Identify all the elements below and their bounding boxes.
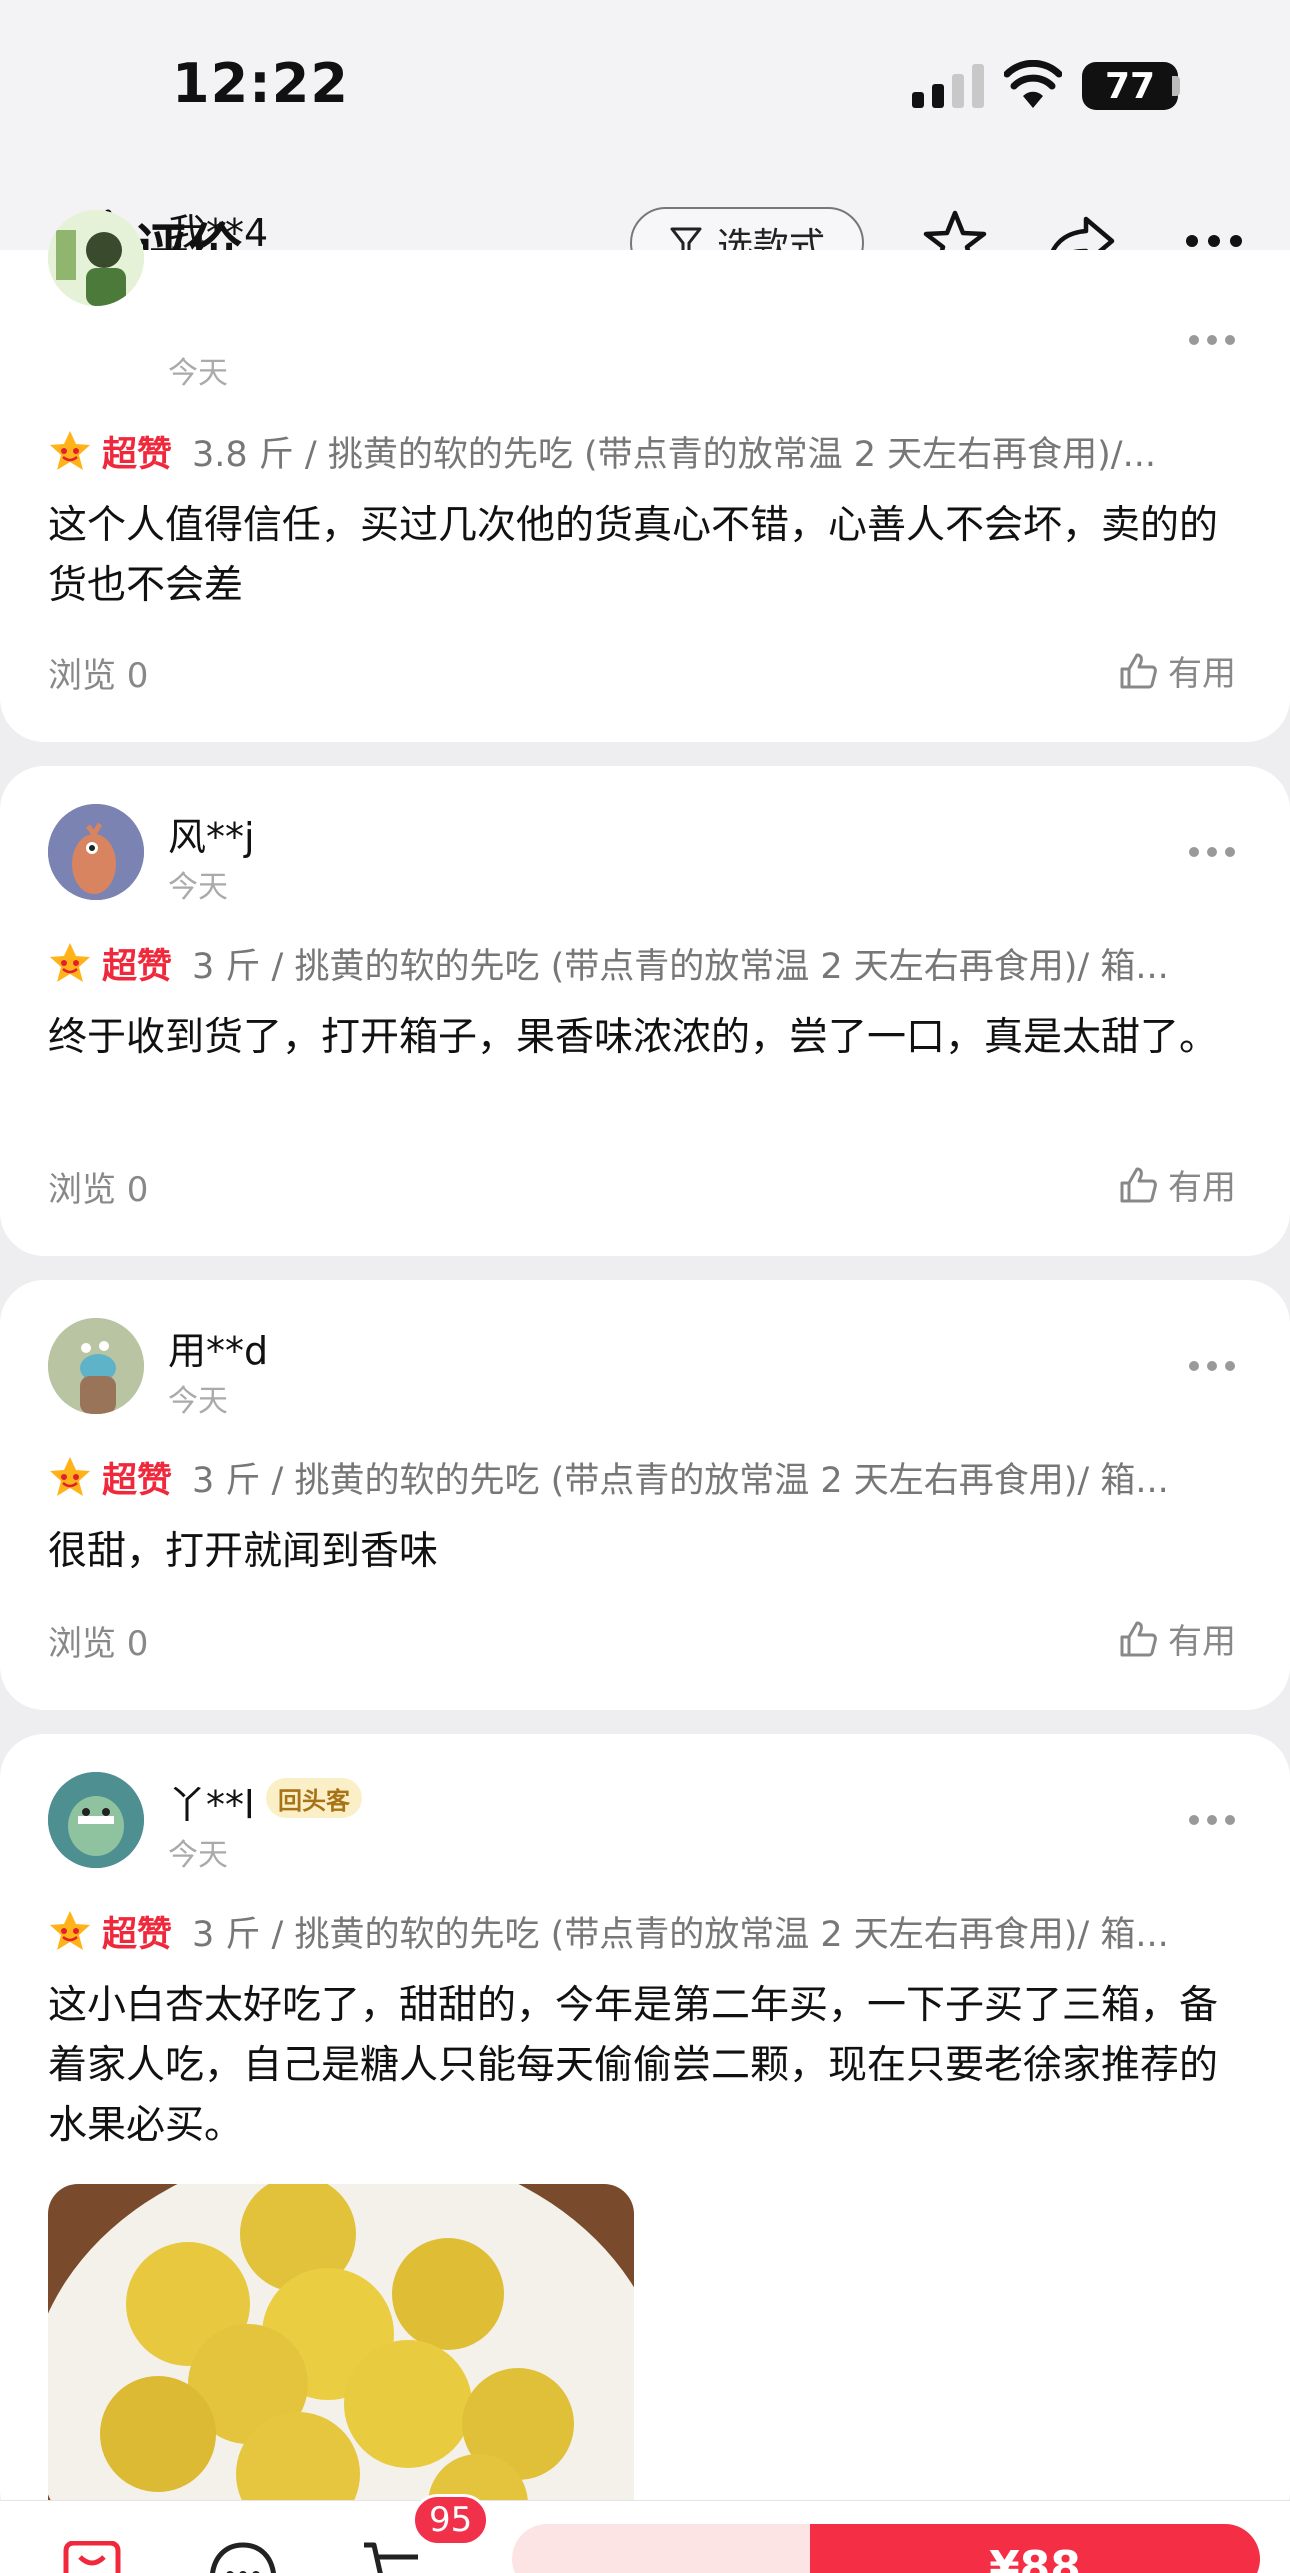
rating-row: 超赞 3 斤 / 挑黄的软的先吃 (带点青的放常温 2 天左右再食用)/ 箱..…: [48, 1906, 1242, 1956]
review-username: 我**4: [168, 211, 269, 255]
more-options-icon[interactable]: [1184, 233, 1244, 249]
useful-label: 有用: [1168, 654, 1236, 694]
wifi-icon: [1004, 60, 1062, 108]
star-face-icon: [50, 1911, 90, 1950]
review-photo[interactable]: [48, 2184, 634, 2524]
view-count: 浏览 0: [48, 1624, 149, 1664]
review-card: 用**d 今天 超赞 3 斤 / 挑黄的软的先吃 (带点青的放常温 2 天左右再…: [0, 1280, 1290, 1710]
rating-label: 超赞: [102, 434, 173, 475]
review-date: 今天: [168, 870, 228, 905]
review-username: 丫**l: [168, 1783, 255, 1827]
review-card: 风**j 今天 超赞 3 斤 / 挑黄的软的先吃 (带点青的放常温 2 天左右再…: [0, 766, 1290, 1256]
rating-row: 超赞 3 斤 / 挑黄的软的先吃 (带点青的放常温 2 天左右再食用)/ 箱..…: [48, 1452, 1242, 1502]
review-card: 丫**l 回头客 今天 超赞 3 斤 / 挑黄的软的先吃 (带点青的放常温 2 …: [0, 1734, 1290, 2534]
view-count: 浏览 0: [48, 656, 149, 696]
returning-customer-badge: 回头客: [266, 1778, 362, 1818]
review-date: 今天: [168, 1838, 228, 1873]
battery-cap: [1172, 76, 1180, 96]
store-icon[interactable]: [60, 2541, 124, 2573]
rating-label: 超赞: [102, 1914, 173, 1955]
useful-button[interactable]: 有用: [1118, 1614, 1236, 1663]
rating-label: 超赞: [102, 946, 173, 987]
star-face-icon: [50, 1457, 90, 1496]
more-options-icon[interactable]: [1188, 1360, 1236, 1372]
cellular-signal-icon: [912, 64, 984, 108]
rating-label: 超赞: [102, 1460, 173, 1501]
chat-icon[interactable]: [208, 2541, 278, 2573]
cart-icon[interactable]: [360, 2541, 424, 2573]
thumbs-up-icon: [1120, 1167, 1157, 1202]
star-face-icon: [50, 431, 90, 470]
avatar-image: [48, 1772, 144, 1868]
avatar[interactable]: [48, 210, 144, 306]
useful-button[interactable]: 有用: [1118, 646, 1236, 695]
avatar-image: [48, 804, 144, 900]
more-options-icon[interactable]: [1188, 846, 1236, 858]
avatar[interactable]: [48, 1772, 144, 1868]
cart-count-badge: 95: [412, 2494, 490, 2546]
review-date: 今天: [168, 1384, 228, 1419]
review-username: 风**j: [168, 815, 255, 859]
product-spec: 3 斤 / 挑黄的软的先吃 (带点青的放常温 2 天左右再食用)/ 箱...: [192, 1914, 1169, 1955]
product-spec: 3 斤 / 挑黄的软的先吃 (带点青的放常温 2 天左右再食用)/ 箱...: [192, 946, 1169, 987]
product-spec: 3 斤 / 挑黄的软的先吃 (带点青的放常温 2 天左右再食用)/ 箱...: [192, 1460, 1169, 1501]
avatar[interactable]: [48, 804, 144, 900]
review-text: 这小白杏太好吃了，甜甜的，今年是第二年买，一下子买了三箱，备着家人吃，自己是糖人…: [48, 1983, 1219, 2148]
status-time: 12:22: [172, 52, 349, 115]
buy-now-button[interactable]: ¥88: [810, 2524, 1260, 2573]
product-spec: 3.8 斤 / 挑黄的软的先吃 (带点青的放常温 2 天左右再食用)/...: [192, 434, 1156, 475]
rating-row: 超赞 3.8 斤 / 挑黄的软的先吃 (带点青的放常温 2 天左右再食用)/..…: [48, 426, 1242, 476]
review-text: 很甜，打开就闻到香味: [48, 1529, 439, 1574]
status-bar: 12:22 77: [0, 0, 1290, 175]
apricots-photo: [48, 2184, 634, 2524]
add-to-cart-button[interactable]: [512, 2524, 812, 2573]
view-count: 浏览 0: [48, 1170, 149, 1210]
review-card: 我**4 今天 超赞 3.8 斤 / 挑黄的软的先吃 (带点青的放常温 2 天左…: [0, 210, 1290, 742]
review-text: 终于收到货了，打开箱子，果香味浓浓的，尝了一口，真是太甜了。: [48, 1015, 1219, 1060]
thumbs-up-icon: [1120, 1621, 1157, 1656]
review-username: 用**d: [168, 1329, 269, 1373]
useful-button[interactable]: 有用: [1118, 1160, 1236, 1209]
avatar-image: [48, 1318, 144, 1414]
more-options-icon[interactable]: [1188, 1814, 1236, 1826]
rating-row: 超赞 3 斤 / 挑黄的软的先吃 (带点青的放常温 2 天左右再食用)/ 箱..…: [48, 938, 1242, 988]
thumbs-up-icon: [1120, 653, 1157, 688]
battery-indicator: 77: [1082, 62, 1178, 110]
avatar[interactable]: [48, 1318, 144, 1414]
useful-label: 有用: [1168, 1622, 1236, 1662]
useful-label: 有用: [1168, 1168, 1236, 1208]
star-face-icon: [50, 943, 90, 982]
review-text: 这个人值得信任，买过几次他的货真心不错，心善人不会坏，卖的的货也不会差: [48, 503, 1219, 608]
review-date: 今天: [168, 356, 228, 391]
more-options-icon[interactable]: [1188, 334, 1236, 346]
avatar-image: [48, 210, 144, 306]
